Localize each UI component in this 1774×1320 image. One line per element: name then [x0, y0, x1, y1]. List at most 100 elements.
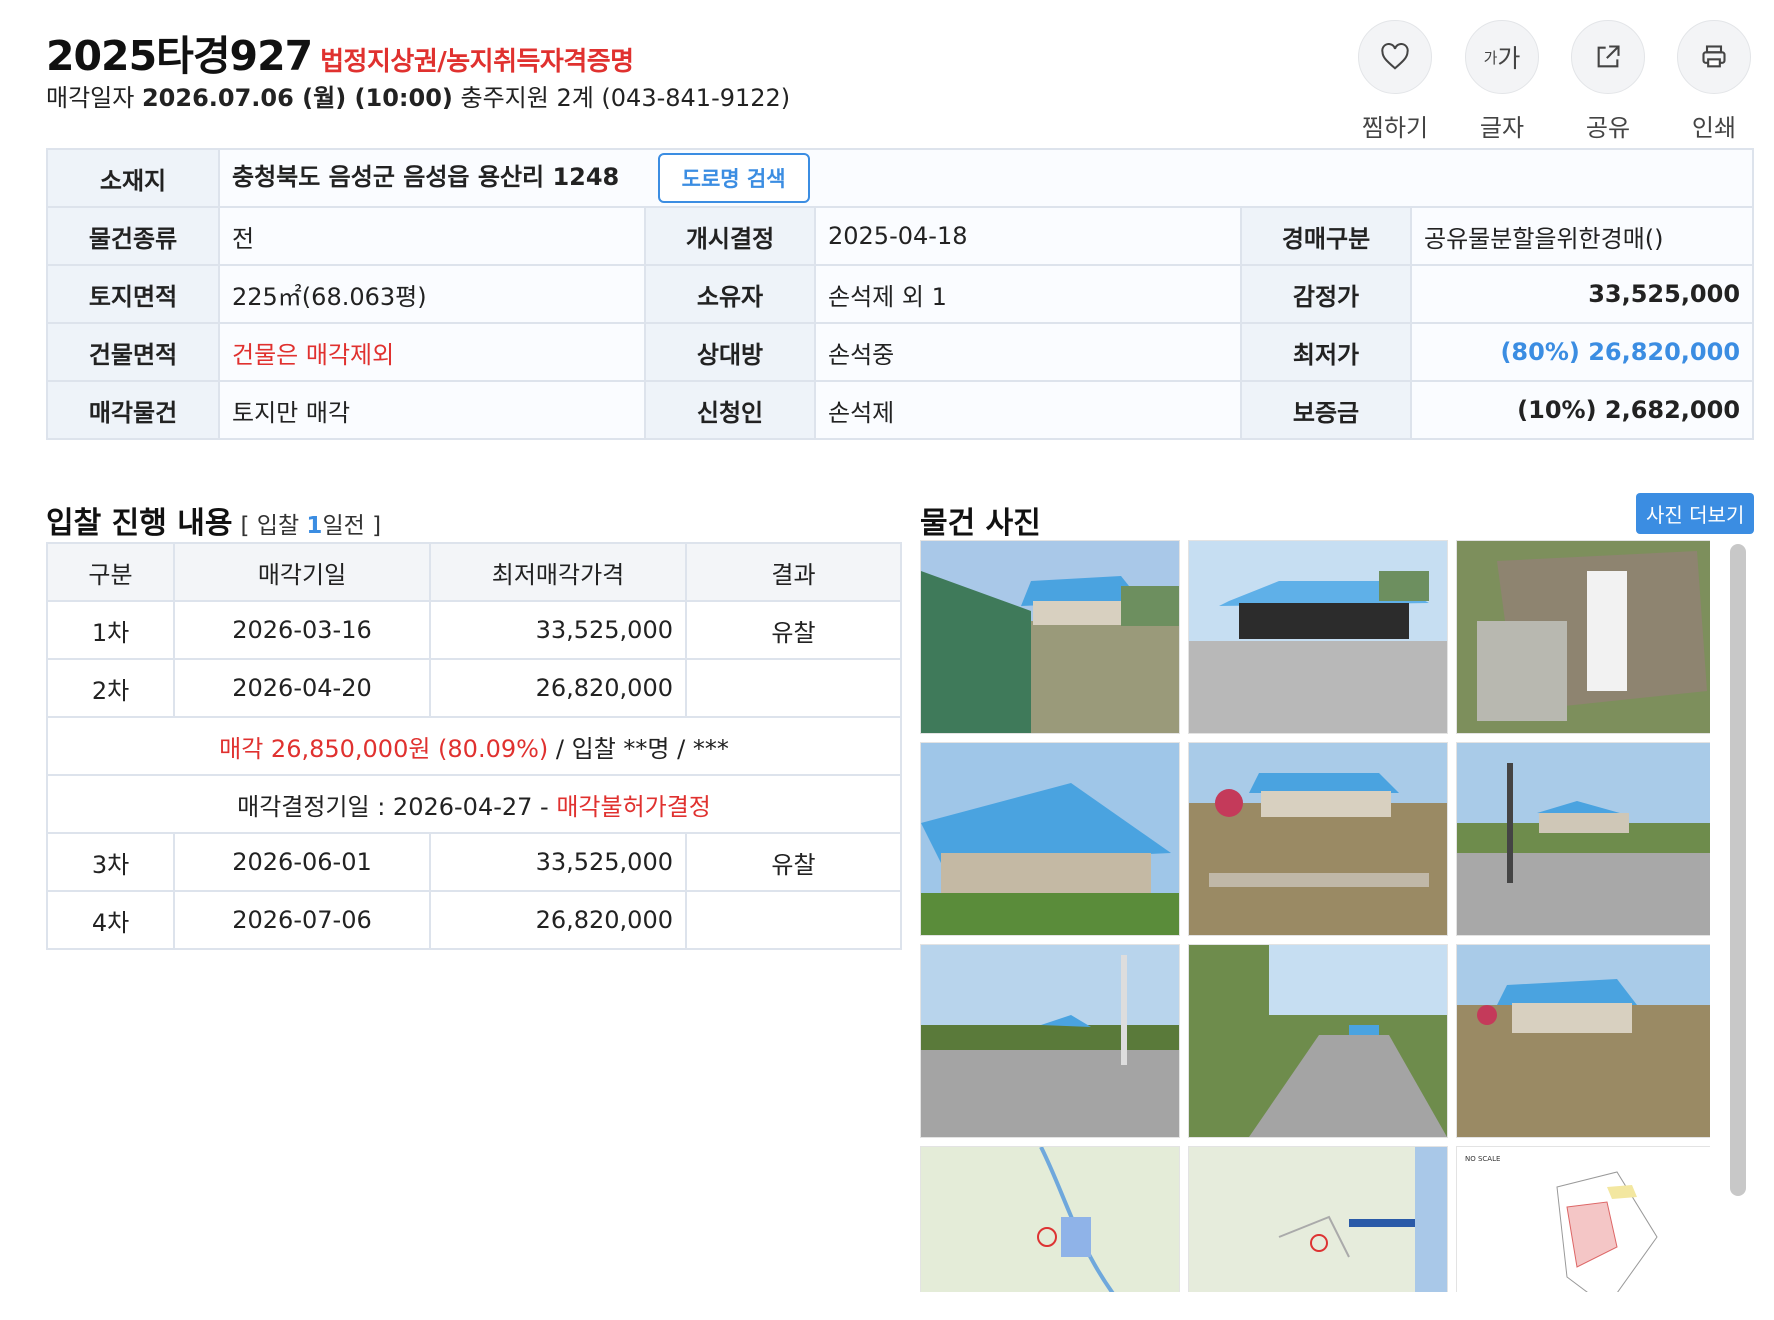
bid-history-title: 입찰 진행 내용	[46, 506, 233, 541]
font-size-button[interactable]: 가가 글자	[1459, 20, 1545, 143]
info-row: 건물면적 건물은 매각제외 상대방 손석중 최저가 (80%) 26,820,0…	[46, 322, 1755, 382]
photo-image	[1457, 541, 1710, 733]
decision-row: 매각결정기일 : 2026-04-27 - 매각불허가결정	[46, 774, 902, 834]
map-image	[1189, 1147, 1447, 1292]
property-photo[interactable]	[1456, 540, 1710, 734]
map-image	[921, 1147, 1179, 1292]
info-label: 신청인	[644, 380, 816, 440]
case-number: 2025타경927	[46, 32, 313, 80]
photo-image	[1189, 945, 1447, 1137]
share-label: 공유	[1585, 114, 1631, 142]
column-header: 구분	[46, 542, 175, 602]
sale-datetime: 2026.07.06 (월) (10:00)	[141, 84, 453, 112]
photo-image	[921, 743, 1179, 935]
date-cell: 2026-06-01	[173, 832, 431, 892]
round-cell: 3차	[46, 832, 175, 892]
property-photo[interactable]	[1188, 540, 1448, 734]
info-value: 225㎡(68.063평)	[218, 264, 646, 324]
property-photo[interactable]	[920, 944, 1180, 1138]
road-name-search-button[interactable]: 도로명 검색	[657, 153, 810, 203]
table-row: 1차 2026-03-16 33,525,000 유찰	[46, 600, 902, 660]
info-label: 상대방	[644, 322, 816, 382]
location-map[interactable]	[1188, 1146, 1448, 1292]
deposit-value: (10%) 2,682,000	[1409, 380, 1755, 440]
info-label: 토지면적	[46, 264, 220, 324]
info-label: 건물면적	[46, 322, 220, 382]
property-photo[interactable]	[1456, 742, 1710, 936]
appraisal-value: 33,525,000	[1409, 264, 1755, 324]
photo-scrollbar[interactable]	[1730, 544, 1746, 1196]
photo-image	[1457, 743, 1710, 935]
location-label: 소재지	[46, 148, 220, 208]
print-label: 인쇄	[1691, 114, 1737, 142]
sale-info-line: 매각일자 2026.07.06 (월) (10:00) 충주지원 2계 (043…	[46, 78, 790, 113]
photo-image	[1189, 541, 1447, 733]
photo-image	[921, 541, 1179, 733]
svg-text:NO SCALE: NO SCALE	[1465, 1155, 1500, 1163]
price-cell: 33,525,000	[429, 832, 687, 892]
property-info-table: 소재지 충청북도 음성군 음성읍 용산리 1248 도로명 검색 물건종류 전 …	[46, 148, 1755, 440]
location-value: 충청북도 음성군 음성읍 용산리 1248	[232, 163, 620, 191]
info-value: 손석중	[814, 322, 1242, 382]
date-cell: 2026-07-06	[173, 890, 431, 950]
print-button[interactable]: 인쇄	[1671, 20, 1757, 143]
building-excluded-value: 건물은 매각제외	[218, 322, 646, 382]
minimum-price-value: (80%) 26,820,000	[1409, 322, 1755, 382]
court-info: 충주지원 2계 (043-841-9122)	[460, 84, 791, 112]
info-value: 토지만 매각	[218, 380, 646, 440]
photo-image	[1457, 945, 1710, 1137]
info-label: 경매구분	[1240, 206, 1412, 266]
info-row: 물건종류 전 개시결정 2025-04-18 경매구분 공유물분할을위한경매()	[46, 206, 1755, 266]
property-photo[interactable]	[920, 742, 1180, 936]
round-cell: 4차	[46, 890, 175, 950]
bid-countdown: [ 입찰 1일전 ]	[240, 513, 382, 539]
bid-history-heading: 입찰 진행 내용 [ 입찰 1일전 ]	[46, 498, 381, 542]
info-row: 토지면적 225㎡(68.063평) 소유자 손석제 외 1 감정가 33,52…	[46, 264, 1755, 324]
photo-grid[interactable]: NO SCALE	[920, 540, 1710, 1292]
result-cell: 유찰	[685, 600, 902, 660]
info-value: 전	[218, 206, 646, 266]
photo-image	[921, 945, 1179, 1137]
photo-image	[1189, 743, 1447, 935]
bid-history-table: 구분 매각기일 최저매각가격 결과 1차 2026-03-16 33,525,0…	[46, 542, 902, 950]
table-row: 2차 2026-04-20 26,820,000	[46, 658, 902, 718]
more-photos-button[interactable]: 사진 더보기	[1636, 493, 1755, 534]
decision-result: 매각불허가결정	[556, 792, 711, 821]
font-size-label: 글자	[1479, 114, 1525, 142]
table-row: 4차 2026-07-06 26,820,000	[46, 890, 902, 950]
info-value: 공유물분할을위한경매()	[1409, 206, 1755, 266]
price-cell: 33,525,000	[429, 600, 687, 660]
info-label: 감정가	[1240, 264, 1412, 324]
property-photo[interactable]	[1188, 742, 1448, 936]
heart-icon	[1381, 43, 1409, 70]
column-header: 결과	[685, 542, 902, 602]
info-value: 손석제	[814, 380, 1242, 440]
sold-info-cell: 매각 26,850,000원 (80.09%) / 입찰 **명 / ***	[46, 716, 902, 776]
price-cell: 26,820,000	[429, 658, 687, 718]
column-header: 매각기일	[173, 542, 431, 602]
case-title: 2025타경927 법정지상권/농지취득자격증명	[46, 22, 634, 82]
property-photo[interactable]	[1456, 944, 1710, 1138]
share-button[interactable]: 공유	[1565, 20, 1651, 143]
info-label: 보증금	[1240, 380, 1412, 440]
info-value: 2025-04-18	[814, 206, 1242, 266]
round-cell: 2차	[46, 658, 175, 718]
property-photo[interactable]	[1188, 944, 1448, 1138]
price-cell: 26,820,000	[429, 890, 687, 950]
table-row: 3차 2026-06-01 33,525,000 유찰	[46, 832, 902, 892]
sold-info-row: 매각 26,850,000원 (80.09%) / 입찰 **명 / ***	[46, 716, 902, 776]
info-value: 손석제 외 1	[814, 264, 1242, 324]
date-cell: 2026-04-20	[173, 658, 431, 718]
info-row: 매각물건 토지만 매각 신청인 손석제 보증금 (10%) 2,682,000	[46, 380, 1755, 440]
info-label: 최저가	[1240, 322, 1412, 382]
info-label: 물건종류	[46, 206, 220, 266]
location-row: 소재지 충청북도 음성군 음성읍 용산리 1248 도로명 검색	[46, 148, 1755, 208]
location-cell: 충청북도 음성군 음성읍 용산리 1248 도로명 검색	[217, 148, 1755, 208]
decision-date: 매각결정기일 : 2026-04-27 -	[237, 792, 557, 821]
share-icon	[1597, 45, 1620, 68]
favorite-button[interactable]: 찜하기	[1352, 20, 1438, 143]
lot-map[interactable]: NO SCALE	[1456, 1146, 1710, 1292]
location-map[interactable]	[920, 1146, 1180, 1292]
decision-cell: 매각결정기일 : 2026-04-27 - 매각불허가결정	[46, 774, 902, 834]
property-photo[interactable]	[920, 540, 1180, 734]
